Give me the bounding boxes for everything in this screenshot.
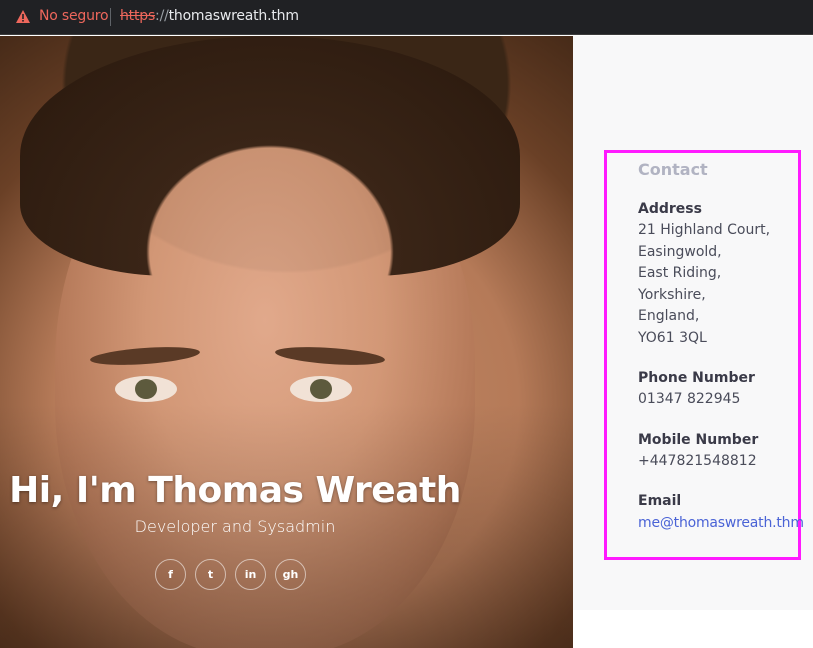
contact-section: Contact Address 21 Highland Court, Easin…: [638, 160, 808, 531]
email-link[interactable]: me@thomaswreath.thm: [638, 515, 804, 531]
facebook-icon[interactable]: f: [155, 559, 186, 590]
address-line: England,: [638, 308, 700, 324]
url-text[interactable]: https://thomaswreath.thm: [120, 8, 299, 24]
address-line: Yorkshire,: [638, 286, 706, 303]
security-status-label[interactable]: No seguro: [39, 8, 109, 24]
address-label: Address: [638, 201, 702, 217]
hero-subtitle: Developer and Sysadmin: [134, 517, 336, 536]
warning-icon[interactable]: [16, 10, 30, 23]
phone-value: 01347 822945: [638, 391, 741, 407]
linkedin-icon[interactable]: in: [235, 559, 266, 590]
address-line: YO61 3QL: [638, 329, 707, 346]
url-host: thomaswreath.thm: [168, 8, 299, 24]
address-line: Easingwold,: [638, 243, 722, 260]
hero-section: [0, 36, 573, 648]
contact-title: Contact: [638, 160, 708, 179]
photo-overlay: [0, 36, 573, 648]
github-icon[interactable]: gh: [275, 559, 306, 590]
address-bar[interactable]: No seguro https://thomaswreath.thm: [0, 0, 813, 35]
twitter-icon[interactable]: t: [195, 559, 226, 590]
hero-title: Hi, I'm Thomas Wreath: [9, 470, 461, 511]
address-line: 21 Highland Court,: [638, 222, 771, 238]
social-links: f t in gh: [155, 559, 306, 590]
email-label: Email: [638, 493, 682, 509]
mobile-label: Mobile Number: [638, 431, 759, 448]
address-block: 21 Highland Court, Easingwold, East Ridi…: [638, 220, 808, 349]
divider: [110, 8, 111, 26]
address-line: East Riding,: [638, 265, 722, 281]
mobile-value: +447821548812: [638, 452, 757, 469]
url-separator: ://: [155, 8, 169, 24]
url-scheme: https: [120, 8, 156, 24]
phone-label: Phone Number: [638, 370, 755, 386]
